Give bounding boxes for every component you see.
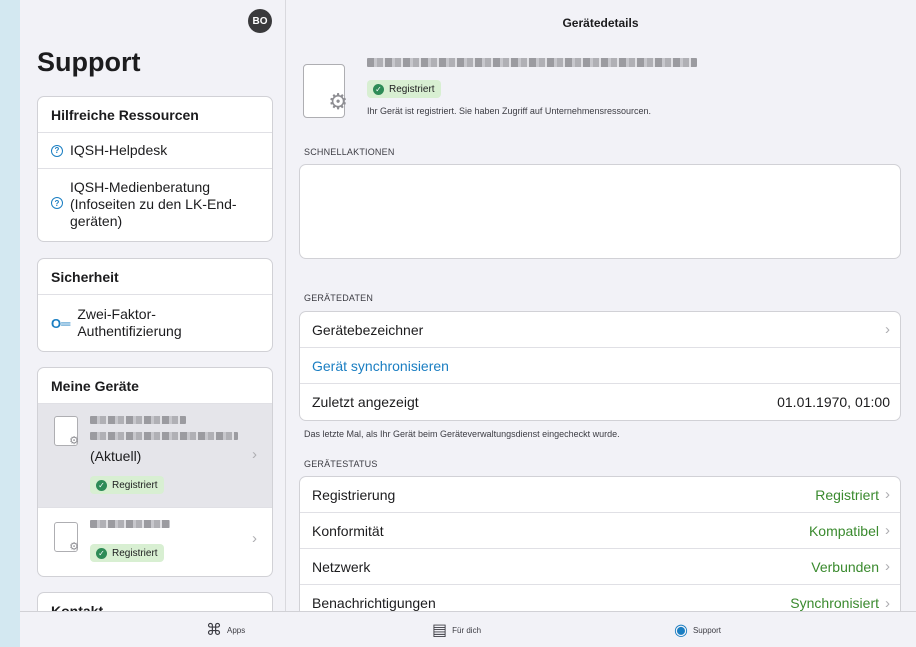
status-row-compliance[interactable]: Konformität Kompatibel › xyxy=(300,513,900,549)
badge-label: Registriert xyxy=(112,547,158,559)
tab-for-you[interactable]: ▤ Für dich xyxy=(432,612,481,647)
tab-label: Support xyxy=(692,625,721,635)
registration-message: Ihr Gerät ist registriert. Sie haben Zug… xyxy=(367,106,651,116)
resource-helpdesk[interactable]: ? IQSH-Helpdesk xyxy=(38,133,272,169)
row-label: Gerätebezeichner xyxy=(312,321,424,338)
devices-card: Meine Geräte ⚙ (Aktuell) › ✓ Registriert… xyxy=(37,367,273,577)
resource-label: IQSH-Helpdesk xyxy=(70,142,168,158)
chevron-right-icon: › xyxy=(252,446,257,463)
chevron-right-icon: › xyxy=(885,558,890,575)
row-label: Zuletzt angezeigt xyxy=(312,394,419,410)
header-status-badge: ✓ Registriert xyxy=(367,80,441,98)
resources-heading: Hilfreiche Ressourcen xyxy=(38,97,272,133)
tab-apps[interactable]: ⌘ Apps xyxy=(206,612,245,647)
check-circle-icon: ✓ xyxy=(373,83,384,95)
status-badge: ✓ Registriert xyxy=(90,476,164,494)
row-label: Benachrichtigungen xyxy=(312,595,436,611)
device-large-icon: ⚙ xyxy=(303,64,348,118)
status-badge: ✓ Registriert xyxy=(90,544,164,562)
resource-medienberatung[interactable]: ? IQSH-Medienberatung (Infoseiten zu den… xyxy=(38,169,272,241)
status-row-notifications[interactable]: Benachrichtigungen Synchronisiert › xyxy=(300,585,900,612)
security-heading: Sicherheit xyxy=(38,259,272,295)
device-status-label: GERÄTESTATUS xyxy=(304,459,378,469)
device-name-redacted xyxy=(90,520,170,528)
tab-label: Für dich xyxy=(452,625,482,635)
device-data-box: Gerätebezeichner › Gerät synchronisieren… xyxy=(299,311,901,421)
row-label: Netzwerk xyxy=(312,558,371,575)
device-item-current[interactable]: ⚙ (Aktuell) › ✓ Registriert xyxy=(38,404,272,508)
badge-label: Registriert xyxy=(112,479,158,491)
badge-label: Registriert xyxy=(389,83,435,95)
sidebar-title: Support xyxy=(37,47,141,77)
device-data-label: GERÄTEDATEN xyxy=(304,293,374,303)
sync-device-row[interactable]: Gerät synchronisieren xyxy=(300,348,900,384)
two-factor-item[interactable]: O═ Zwei-Faktor-Authentifizierung xyxy=(38,295,272,351)
check-circle-icon: ✓ xyxy=(96,479,107,491)
avatar[interactable]: BO xyxy=(248,9,272,33)
news-feed-icon: ▤ xyxy=(432,622,448,639)
key-icon: O═ xyxy=(51,315,71,331)
quick-actions-box xyxy=(299,164,901,259)
chevron-right-icon: › xyxy=(885,594,890,612)
row-label: Registrierung xyxy=(312,486,396,503)
status-row-network[interactable]: Netzwerk Verbunden › xyxy=(300,549,900,585)
tab-label: Apps xyxy=(227,625,246,635)
device-details-pane: Gerätedetails ⚙ ✓ Registriert Ihr Gerät … xyxy=(287,0,916,611)
two-factor-label: Zwei-Faktor-Authentifizierung xyxy=(77,306,182,339)
device-icon: ⚙ xyxy=(54,522,79,553)
device-status-box: Registrierung Registriert › Konformität … xyxy=(299,476,901,611)
last-seen-note: Das letzte Mal, als Ihr Gerät beim Gerät… xyxy=(304,429,620,439)
device-icon: ⚙ xyxy=(54,416,79,447)
lifebuoy-icon: ◉ xyxy=(674,622,688,639)
contact-heading: Kontakt xyxy=(38,593,272,612)
current-device-label: (Aktuell) xyxy=(90,448,142,464)
resources-card: Hilfreiche Ressourcen ? IQSH-Helpdesk ? … xyxy=(37,96,273,242)
gear-icon: ⚙ xyxy=(328,89,348,114)
device-item-other[interactable]: ⚙ › ✓ Registriert xyxy=(38,508,272,576)
row-value: Synchronisiert xyxy=(790,595,879,611)
device-name-redacted xyxy=(367,58,697,67)
row-value: Kompatibel xyxy=(808,522,879,539)
chevron-right-icon: › xyxy=(885,486,890,503)
help-circle-icon: ? xyxy=(51,144,63,157)
check-circle-icon: ✓ xyxy=(96,547,107,559)
last-seen-value: 01.01.1970, 01:00 xyxy=(777,394,890,410)
device-model-redacted xyxy=(90,432,238,440)
last-seen-row: Zuletzt angezeigt 01.01.1970, 01:00 xyxy=(300,384,900,420)
sync-device-link[interactable]: Gerät synchronisieren xyxy=(312,358,890,374)
sidebar: BO Support Hilfreiche Ressourcen ? IQSH-… xyxy=(20,0,286,611)
gear-icon: ⚙ xyxy=(69,435,79,447)
device-identifier-row[interactable]: Gerätebezeichner › xyxy=(300,312,900,348)
resource-label: IQSH-Medienberatung (Infoseiten zu den L… xyxy=(70,179,237,229)
app-window: BO Support Hilfreiche Ressourcen ? IQSH-… xyxy=(20,0,916,647)
status-row-registration[interactable]: Registrierung Registriert › xyxy=(300,477,900,513)
row-label: Konformität xyxy=(312,522,384,539)
row-value: Registriert xyxy=(815,486,879,503)
page-title: Gerätedetails xyxy=(562,16,639,30)
chevron-right-icon: › xyxy=(885,321,890,338)
chevron-right-icon: › xyxy=(885,522,890,539)
devices-heading: Meine Geräte xyxy=(38,368,272,404)
row-value: Verbunden xyxy=(811,558,879,575)
contact-card: Kontakt xyxy=(37,592,273,611)
quick-actions-label: SCHNELLAKTIONEN xyxy=(304,147,395,157)
device-name-redacted xyxy=(90,416,186,424)
tab-support[interactable]: ◉ Support xyxy=(674,612,721,647)
help-circle-icon: ? xyxy=(51,197,63,209)
gear-icon: ⚙ xyxy=(69,541,79,553)
tab-bar: ⌘ Apps ▤ Für dich ◉ Support xyxy=(20,611,916,647)
apps-grid-icon: ⌘ xyxy=(206,622,222,639)
security-card: Sicherheit O═ Zwei-Faktor-Authentifizier… xyxy=(37,258,273,352)
chevron-right-icon: › xyxy=(252,530,257,547)
